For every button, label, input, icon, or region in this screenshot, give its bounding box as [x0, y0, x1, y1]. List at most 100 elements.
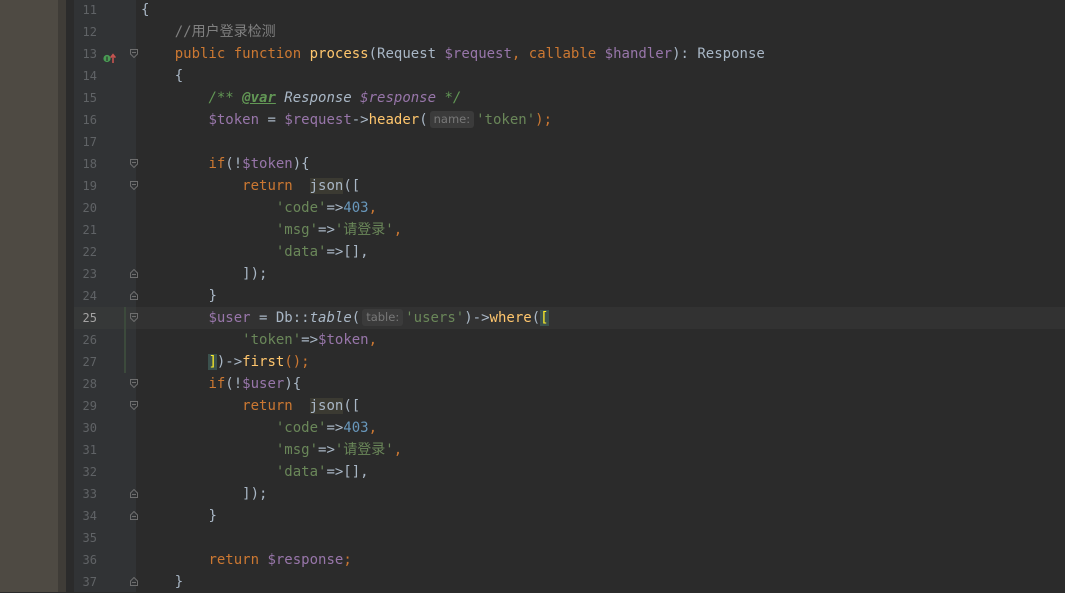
code-text[interactable]: return json([: [141, 175, 360, 197]
code-text[interactable]: public function process(Request $request…: [141, 43, 765, 65]
line-number: 14: [82, 69, 97, 83]
code-line[interactable]: 17: [0, 131, 1065, 153]
keyword: if: [208, 376, 226, 392]
line-number: 35: [82, 531, 97, 545]
code-editor[interactable]: 11 { 12 //用户登录检测 13 I public function pr…: [0, 0, 1065, 593]
code-line[interactable]: 35: [0, 527, 1065, 549]
line-number: 31: [82, 443, 97, 457]
fold-marker-icon[interactable]: [130, 313, 138, 322]
code-line[interactable]: 29 return json([: [0, 395, 1065, 417]
comment: //用户登录检测: [174, 24, 276, 40]
code-text[interactable]: }: [141, 571, 183, 593]
code-line[interactable]: 26 'token'=>$token,: [0, 329, 1065, 351]
string: 'code': [275, 420, 327, 436]
code-text[interactable]: }: [141, 285, 217, 307]
bracket: ([: [343, 398, 361, 414]
implements-method-icon[interactable]: I: [103, 49, 117, 63]
code-line[interactable]: 31 'msg'=>'请登录',: [0, 439, 1065, 461]
string: 'data': [275, 464, 327, 480]
code-line[interactable]: 37 }: [0, 571, 1065, 593]
fold-marker-icon[interactable]: [130, 401, 138, 410]
code-text[interactable]: }: [141, 505, 216, 527]
fold-marker-icon[interactable]: [130, 159, 138, 168]
brace: }: [208, 288, 217, 304]
operator: =>[],: [326, 244, 369, 260]
line-number: 25: [82, 311, 97, 325]
parameter-hint: name:: [429, 111, 475, 128]
code-text[interactable]: $user = Db::table(table:'users')->where(…: [141, 307, 549, 329]
code-text[interactable]: $token = $request->header(name:'token');: [141, 109, 552, 131]
fold-marker-icon[interactable]: [130, 291, 138, 300]
code-line[interactable]: 24 }: [0, 285, 1065, 307]
code-line[interactable]: 20 'code'=>403,: [0, 197, 1065, 219]
keyword: return: [208, 552, 260, 568]
code-text[interactable]: return json([: [141, 395, 360, 417]
code-text[interactable]: 'msg'=>'请登录',: [141, 219, 402, 241]
code-text[interactable]: if(!$user){: [141, 373, 301, 395]
fold-marker-icon[interactable]: [130, 269, 138, 278]
code-line[interactable]: 15 /** @var Response $response */: [0, 87, 1065, 109]
string: 'token': [242, 332, 302, 348]
code-text[interactable]: {: [141, 0, 149, 21]
line-number: 27: [82, 355, 97, 369]
fold-marker-icon[interactable]: [130, 577, 138, 586]
number: 403: [343, 200, 369, 216]
code-line[interactable]: 27 ])->first();: [0, 351, 1065, 373]
string: '请登录': [334, 222, 394, 238]
code-text[interactable]: {: [141, 65, 183, 87]
code-line[interactable]: 11 {: [0, 0, 1065, 21]
code-text[interactable]: 'data'=>[],: [141, 241, 369, 263]
line-number: 24: [82, 289, 97, 303]
code-text[interactable]: 'code'=>403,: [141, 197, 377, 219]
operator: (!: [225, 376, 243, 392]
code-line[interactable]: 32 'data'=>[],: [0, 461, 1065, 483]
code-line[interactable]: 12 //用户登录检测: [0, 21, 1065, 43]
matched-bracket: [: [540, 310, 549, 326]
line-number: 32: [82, 465, 97, 479]
code-text[interactable]: 'data'=>[],: [141, 461, 369, 483]
code-line-current[interactable]: 25 $user = Db::table(table:'users')->whe…: [0, 307, 1065, 329]
fold-marker-icon[interactable]: [130, 379, 138, 388]
code-line[interactable]: 13 I public function process(Request $re…: [0, 43, 1065, 65]
code-text[interactable]: /** @var Response $response */: [141, 87, 461, 109]
code-text[interactable]: 'msg'=>'请登录',: [141, 439, 402, 461]
code-line[interactable]: 36 return $response;: [0, 549, 1065, 571]
code-line[interactable]: 23 ]);: [0, 263, 1065, 285]
code-text[interactable]: 'token'=>$token,: [141, 329, 377, 351]
code-text[interactable]: return $response;: [141, 549, 351, 571]
fold-marker-icon[interactable]: [130, 489, 138, 498]
bracket: ]);: [242, 266, 268, 282]
code-line[interactable]: 30 'code'=>403,: [0, 417, 1065, 439]
code-line[interactable]: 18 if(!$token){: [0, 153, 1065, 175]
line-number: 17: [82, 135, 97, 149]
line-number: 15: [82, 91, 97, 105]
method-call: where: [489, 310, 532, 326]
code-text[interactable]: if(!$token){: [141, 153, 309, 175]
operator: =>: [326, 420, 344, 436]
fold-marker-icon[interactable]: [130, 49, 138, 58]
fold-marker-icon[interactable]: [130, 181, 138, 190]
string: 'msg': [275, 222, 319, 238]
code-text[interactable]: ])->first();: [141, 351, 310, 373]
code-text[interactable]: ]);: [141, 483, 267, 505]
brace: {: [141, 2, 150, 18]
variable: $handler: [604, 46, 673, 62]
code-line[interactable]: 28 if(!$user){: [0, 373, 1065, 395]
brace: {: [174, 68, 184, 84]
code-text[interactable]: ]);: [141, 263, 267, 285]
operator: )->: [464, 310, 490, 326]
line-number: 26: [82, 333, 97, 347]
fold-marker-icon[interactable]: [130, 511, 138, 520]
code-text[interactable]: //用户登录检测: [141, 21, 276, 43]
code-line[interactable]: 34 }: [0, 505, 1065, 527]
code-line[interactable]: 16 $token = $request->header(name:'token…: [0, 109, 1065, 131]
code-text[interactable]: 'code'=>403,: [141, 417, 377, 439]
code-line[interactable]: 19 return json([: [0, 175, 1065, 197]
operator: (!: [225, 156, 243, 172]
code-line[interactable]: 21 'msg'=>'请登录',: [0, 219, 1065, 241]
comma: ,: [393, 222, 403, 238]
code-line[interactable]: 14 {: [0, 65, 1065, 87]
variable: $token: [208, 112, 260, 128]
code-line[interactable]: 33 ]);: [0, 483, 1065, 505]
code-line[interactable]: 22 'data'=>[],: [0, 241, 1065, 263]
